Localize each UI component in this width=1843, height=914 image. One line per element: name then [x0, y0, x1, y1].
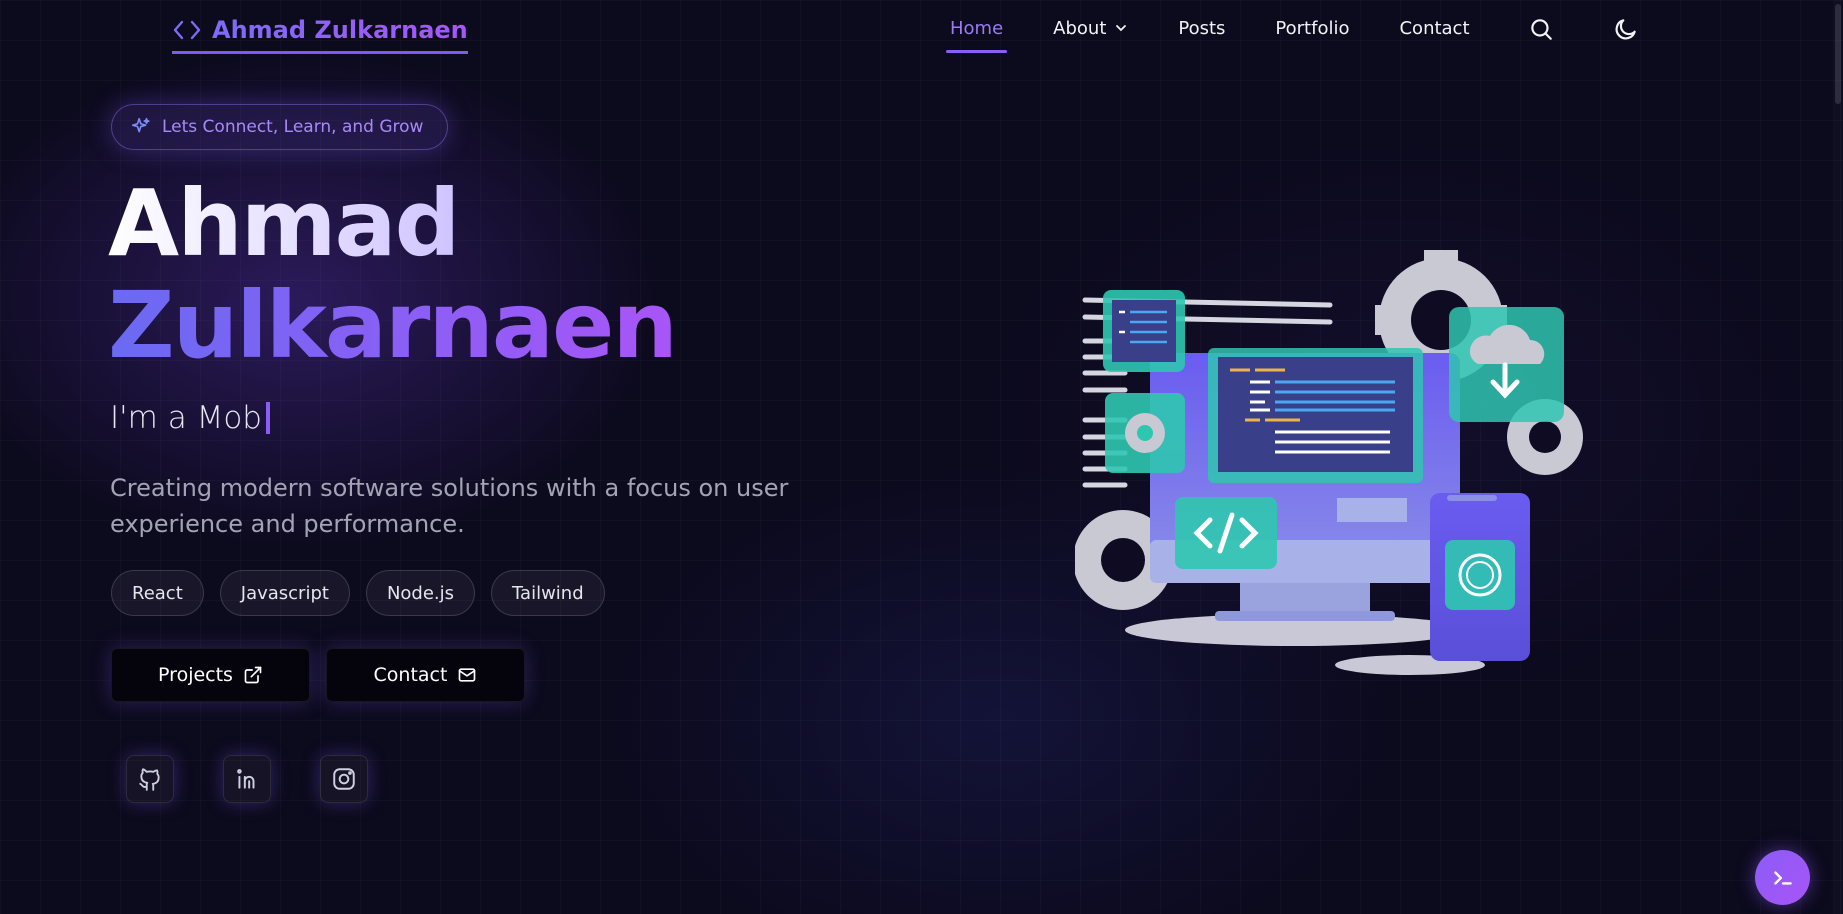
main-nav: Home About Posts Portfolio Contact	[945, 0, 1520, 56]
nav-contact[interactable]: Contact	[1399, 0, 1469, 56]
typing-cursor	[265, 402, 270, 434]
moon-icon[interactable]	[1613, 16, 1639, 42]
tag-react: React	[111, 570, 204, 616]
projects-button[interactable]: Projects	[111, 648, 310, 702]
social-links	[126, 755, 368, 803]
tagline-text: Lets Connect, Learn, and Grow	[162, 117, 424, 137]
developer-illustration	[1075, 250, 1583, 675]
hero-title-last: Zulkarnaen	[108, 272, 678, 379]
chevron-down-icon	[1116, 25, 1127, 32]
nav-home[interactable]: Home	[945, 0, 1008, 56]
terminal-button[interactable]	[1755, 850, 1810, 905]
github-link[interactable]	[126, 755, 174, 803]
scrollbar[interactable]	[1833, 0, 1843, 914]
brand-name: Ahmad Zulkarnaen	[212, 15, 468, 44]
contact-button[interactable]: Contact	[326, 648, 525, 702]
external-link-icon	[244, 666, 262, 684]
tech-tags: React Javascript Node.js Tailwind	[111, 570, 605, 616]
contact-button-label: Contact	[373, 664, 448, 686]
mail-icon	[459, 668, 476, 682]
linkedin-link[interactable]	[223, 755, 271, 803]
nav-portfolio[interactable]: Portfolio	[1275, 0, 1349, 56]
tag-javascript: Javascript	[219, 570, 350, 616]
terminal-icon	[1773, 870, 1792, 885]
page: Ahmad Zulkarnaen Home About Posts Portfo…	[0, 0, 1843, 914]
tag-nodejs: Node.js	[365, 570, 476, 616]
search-icon[interactable]	[1528, 16, 1554, 42]
tag-tailwind: Tailwind	[491, 570, 605, 616]
instagram-link[interactable]	[320, 755, 368, 803]
linkedin-icon	[237, 769, 255, 789]
tagline-pill: Lets Connect, Learn, and Grow	[111, 104, 448, 150]
cta-buttons: Projects Contact	[111, 648, 525, 702]
nav-about-label: About	[1053, 17, 1107, 39]
nav-posts[interactable]: Posts	[1178, 0, 1225, 56]
projects-button-label: Projects	[158, 664, 233, 686]
code-brackets-icon	[173, 20, 201, 39]
typed-role: I'm a Mob	[110, 400, 270, 436]
hero-title-first: Ahmad	[108, 170, 460, 277]
github-icon	[139, 768, 160, 791]
instagram-icon	[333, 768, 355, 790]
hero-description: Creating modern software solutions with …	[110, 474, 789, 538]
nav-about[interactable]: About	[1053, 0, 1128, 56]
brand-logo-link[interactable]: Ahmad Zulkarnaen	[172, 12, 468, 54]
sparkles-icon	[131, 117, 150, 133]
scrollbar-thumb[interactable]	[1835, 4, 1841, 104]
typed-role-text: I'm a Mob	[110, 400, 262, 436]
